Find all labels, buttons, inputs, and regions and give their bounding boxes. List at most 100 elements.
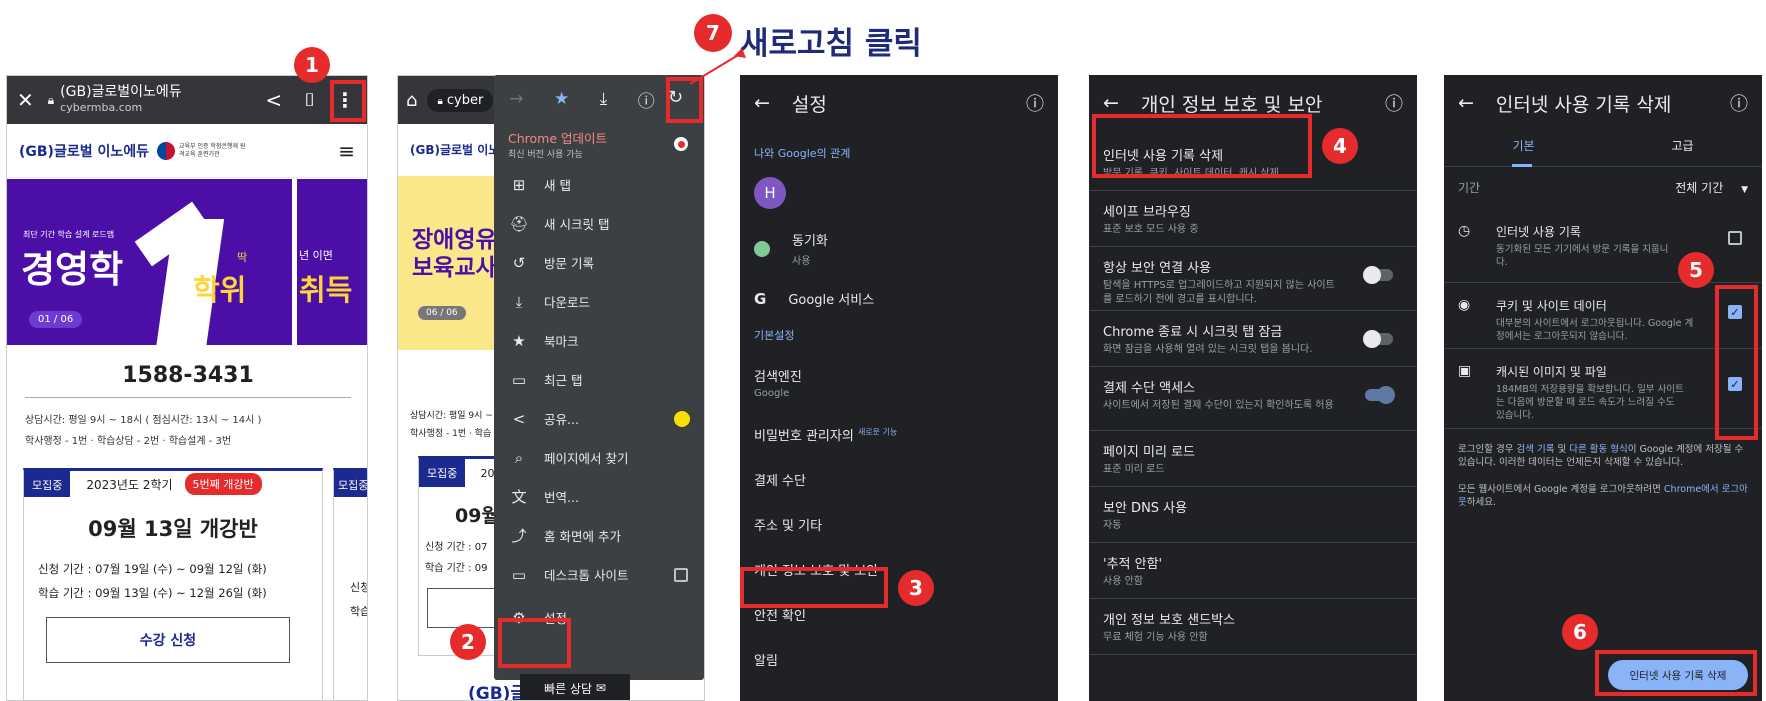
privacy-do-not-track[interactable]: '추적 안함' 사용 안함 [1089, 543, 1417, 599]
menu-label: 홈 화면에 추가 [544, 529, 621, 544]
history-checkbox[interactable] [1728, 231, 1742, 245]
step-7-arrow [689, 48, 746, 85]
settings-sync[interactable]: 동기화 사용 [740, 219, 1058, 278]
menu-item-add-home[interactable]: ⤴ 홈 화면에 추가 [494, 516, 704, 555]
page-title: 설정 [791, 93, 827, 116]
menu-item-bookmarks[interactable]: ★ 북마크 [494, 321, 704, 360]
step-5-marker: 5 [1678, 252, 1714, 288]
menu-item-share[interactable]: < 공유... [494, 399, 704, 438]
recruit-tag-2: 모집중 [419, 459, 466, 487]
incognito-lock-toggle[interactable] [1363, 330, 1393, 348]
phone-number[interactable]: 1588-3431 [7, 363, 367, 388]
time-range-select[interactable]: 전체 기간 ▼ [1675, 179, 1748, 196]
highlight-privacy [740, 567, 888, 608]
settings-password-manager[interactable]: 비밀번호 관리자의 새로운 기능 [740, 414, 1058, 455]
menu-item-downloads[interactable]: ⤓ 다운로드 [494, 282, 704, 321]
study-fragment: 학습 [350, 605, 367, 618]
row-sub: 무료 체험 기능 사용 안함 [1103, 632, 1208, 643]
settings-payment[interactable]: 결제 수단 [740, 459, 1058, 500]
tab-basic[interactable]: 기본 [1444, 131, 1603, 167]
bookmark-icon[interactable]: ⌷ [304, 90, 315, 111]
other-activity-link[interactable]: 다른 활동 형식 [1569, 444, 1627, 455]
translate-icon: 文 [511, 488, 527, 506]
settings-notifications[interactable]: 알림 [740, 639, 1058, 680]
share-icon[interactable]: < [265, 88, 282, 112]
privacy-safe-browsing[interactable]: 세이프 브라우징 표준 보호 모드 사용 중 [1089, 191, 1417, 247]
ext-fragment: 학사행정 - 1번 · 학습 [410, 429, 492, 439]
help-icon[interactable]: ⓘ [1385, 90, 1403, 116]
menu-item-history[interactable]: ↺ 방문 기록 [494, 243, 704, 282]
banner-next[interactable]: 년 이면 취득 [297, 179, 367, 345]
home-icon[interactable]: ⌂ [406, 90, 417, 111]
hamburger-icon[interactable]: ≡ [338, 139, 355, 163]
privacy-https[interactable]: 항상 보안 연결 사용탐색을 HTTPS로 업그레이드하고 지원되지 않는 사이… [1089, 247, 1417, 311]
tab-advanced[interactable]: 고급 [1603, 131, 1762, 166]
step-7-caption: 새로고침 클릭 [740, 26, 922, 62]
highlight-more-menu [330, 80, 366, 122]
menu-label: 방문 기록 [544, 256, 594, 271]
settings-address[interactable]: 주소 및 기타 [740, 504, 1058, 545]
banner[interactable]: 최단 기간 학습 설계 로드맵 경영학 딱 학위 01 / 06 [7, 179, 292, 345]
menu-item-incognito[interactable]: ⛑ 새 시크릿 탭 [494, 204, 704, 243]
page-title: 인터넷 사용 기록 삭제 [1495, 93, 1672, 116]
enroll-button[interactable]: 수강 신청 [46, 617, 290, 663]
site-logo[interactable]: (GB)글로벌 이노에듀 [19, 141, 149, 161]
https-toggle[interactable] [1363, 266, 1393, 284]
menu-item-desktop-site[interactable]: ▭ 데스크톱 사이트 [494, 555, 704, 594]
help-icon[interactable]: ⓘ [1730, 90, 1748, 116]
privacy-incognito-lock[interactable]: Chrome 종료 시 시크릿 탭 잠금 화면 잠금을 사용해 열려 있는 시크릿… [1089, 311, 1417, 367]
close-icon[interactable]: ✕ [17, 88, 34, 112]
update-title: Chrome 업데이트 [508, 131, 608, 146]
menu-item-translate[interactable]: 文 번역... [494, 477, 704, 516]
back-arrow-icon[interactable]: ← [754, 92, 770, 114]
privacy-preload[interactable]: 페이지 미리 로드 표준 미리 로드 [1089, 431, 1417, 487]
history-sub: 동기화된 모든 기기에서 방문 기록을 지웁니다. [1496, 244, 1669, 268]
gov-emblem-icon [157, 141, 175, 160]
privacy-sandbox[interactable]: 개인 정보 보호 샌드박스 무료 체험 기능 사용 안함 [1089, 599, 1417, 655]
search-history-link[interactable]: 검색 기록 [1516, 444, 1554, 455]
info-icon[interactable]: ⓘ [638, 87, 655, 112]
banner-side: 딱 [237, 251, 248, 264]
privacy-payment-access[interactable]: 결제 수단 액세스 사이트에서 저장된 결제 수단이 있는지 확인하도록 허용 [1089, 367, 1417, 431]
payment-access-toggle[interactable] [1365, 386, 1395, 404]
star-icon[interactable]: ★ [554, 89, 569, 109]
row-sub: 표준 미리 로드 [1103, 464, 1165, 475]
row-title: '추적 안함' [1103, 557, 1163, 572]
quick-consult-button[interactable]: 빠른 상담 ✉ [520, 674, 630, 700]
menu-item-recent-tabs[interactable]: ▭ 최근 탭 [494, 360, 704, 399]
lock-icon: 🔒︎ [437, 95, 443, 107]
term-label: 2023년도 2학기 [86, 477, 173, 492]
option-history[interactable]: ◷ 인터넷 사용 기록 동기화된 모든 기기에서 방문 기록을 지웁니다. [1444, 207, 1762, 283]
password-manager-label: 비밀번호 관리자의 [754, 429, 854, 444]
settings-google-services[interactable]: G Google 서비스 [740, 278, 1058, 319]
url-pill[interactable]: 🔒︎ cyber [427, 88, 494, 112]
panel-homepage: ✕ 🔒︎ (GB)글로벌이노에듀 cybermba.com < ⌷ ⋮ (GB)… [6, 75, 368, 701]
desktop-site-checkbox[interactable] [674, 567, 688, 582]
banner-next-small: 년 이면 [299, 249, 333, 262]
banner-next-big: 취득 [299, 273, 353, 307]
cookie-icon: ◉ [1458, 297, 1471, 313]
row-title: 항상 보안 연결 사용 [1103, 261, 1212, 276]
forward-icon[interactable]: → [509, 89, 523, 109]
back-arrow-icon[interactable]: ← [1458, 92, 1474, 114]
settings-search-engine[interactable]: 검색엔진 Google [740, 355, 1058, 410]
url-fragment: cyber [446, 92, 484, 108]
section-google: 나와 Google의 관계 [754, 147, 851, 160]
banner2-pager: 06 / 06 [418, 306, 466, 320]
back-arrow-icon[interactable]: ← [1103, 92, 1119, 114]
help-icon[interactable]: ⓘ [1026, 90, 1044, 116]
find-icon: ⌕ [514, 448, 524, 467]
menu-chrome-update[interactable]: Chrome 업데이트 최신 버전 사용 가능 [494, 123, 704, 165]
dropdown-arrow-icon: ▼ [1741, 184, 1748, 195]
course-card-next[interactable]: 모집중 신청 학습 [333, 468, 367, 700]
menu-item-new-tab[interactable]: ⊞ 새 탭 [494, 165, 704, 204]
download-icon[interactable]: ⤓ [600, 89, 608, 109]
menu-item-find[interactable]: ⌕ 페이지에서 찾기 [494, 438, 704, 477]
row-sub: 탐색을 HTTPS로 업그레이드하고 지원되지 않는 사이트를 로드하기 전에 … [1103, 280, 1335, 305]
course-card[interactable]: 모집중 2023년도 2학기 5번째 개강반 09월 13일 개강반 신청 기간… [23, 468, 323, 700]
clock-icon: ◷ [1458, 223, 1471, 239]
privacy-secure-dns[interactable]: 보안 DNS 사용 자동 [1089, 487, 1417, 543]
highlight-clear-button [1595, 650, 1757, 696]
consult-extensions: 학사행정 - 1번 · 학습상담 - 2번 · 학습설계 - 3번 [25, 436, 232, 447]
account-avatar[interactable]: H [754, 177, 786, 209]
